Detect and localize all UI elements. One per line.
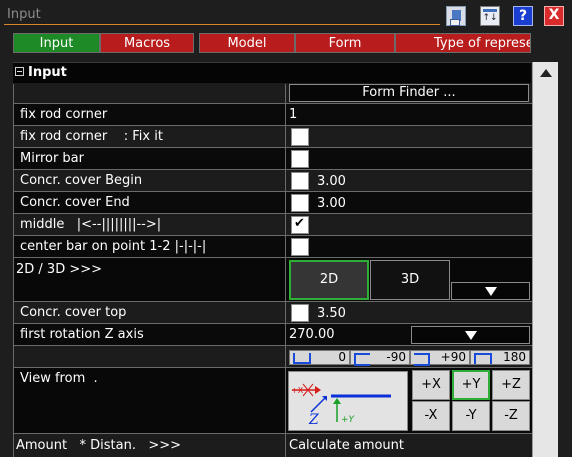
rotation-180-button[interactable]: 180 <box>470 350 530 365</box>
tab-input[interactable]: Input <box>13 33 100 53</box>
fix-rod-corner-value[interactable]: 1 <box>289 104 297 125</box>
tab-form[interactable]: Form <box>295 33 395 53</box>
view-preview-image: +X Z +Y <box>288 371 408 431</box>
collapse-icon[interactable] <box>15 67 24 76</box>
help-icon[interactable]: ? <box>513 6 533 26</box>
window-title-field[interactable]: Input <box>4 4 440 25</box>
section-header-input: Input <box>13 62 531 83</box>
row-middle: middle |<--||||||||-->| <box>13 214 532 236</box>
mirror-bar-label: Mirror bar <box>20 151 84 166</box>
row-fix-rod-corner-fix: fix rod corner : Fix it <box>13 126 532 148</box>
rotation-minus90-button[interactable]: -90 <box>350 350 410 366</box>
dimension-dropdown-arrow-icon[interactable] <box>451 282 530 300</box>
cover-end-label: Concr. cover End <box>20 195 130 210</box>
center-bar-label: center bar on point 1-2 |-|-|-| <box>20 239 207 254</box>
row-cover-top: Concr. cover top 3.50 <box>13 302 532 324</box>
cover-top-checkbox[interactable] <box>291 304 309 322</box>
properties-icon[interactable] <box>446 6 466 26</box>
view-minus-y-button[interactable]: -Y <box>452 401 490 431</box>
view-from-label: View from . <box>20 371 98 386</box>
sort-icon[interactable]: ↑↓ <box>480 6 500 26</box>
row-cover-begin: Concr. cover Begin 3.00 <box>13 170 532 192</box>
scroll-up-arrow-icon[interactable] <box>537 64 555 82</box>
row-fix-rod-corner: fix rod corner 1 <box>13 104 532 126</box>
cover-top-label: Concr. cover top <box>20 305 127 320</box>
close-icon[interactable]: X <box>544 6 564 26</box>
mirror-bar-checkbox[interactable] <box>291 150 309 168</box>
preview-y-axis-label: +Y <box>341 415 356 425</box>
fix-rod-corner-checkbox[interactable] <box>291 128 309 146</box>
cover-top-value[interactable]: 3.50 <box>317 303 346 324</box>
view-plus-y-button[interactable]: +Y <box>452 370 490 400</box>
row-cover-end: Concr. cover End 3.00 <box>13 192 532 214</box>
sort-icon-label: ↑↓ <box>482 13 498 23</box>
row-mirror-bar: Mirror bar <box>13 148 532 170</box>
cover-begin-label: Concr. cover Begin <box>20 173 143 188</box>
view-plus-z-button[interactable]: +Z <box>492 370 530 400</box>
cover-begin-value[interactable]: 3.00 <box>317 171 346 192</box>
view-minus-x-button[interactable]: -X <box>412 401 450 431</box>
tab-macros[interactable]: Macros <box>100 33 194 53</box>
rotation-minus90-icon <box>354 353 370 366</box>
tab-type-of-representation[interactable]: Type of represe <box>395 33 531 53</box>
middle-label: middle |<--||||||||-->| <box>20 217 162 232</box>
row-dimension: 2D / 3D >>> 2D 3D <box>13 258 532 302</box>
rotation-0-button[interactable]: 0 <box>289 350 350 365</box>
cover-end-checkbox[interactable] <box>291 194 309 212</box>
calculate-amount-value[interactable]: Calculate amount <box>289 435 404 456</box>
row-center-bar: center bar on point 1-2 |-|-|-| <box>13 236 532 258</box>
rotation-0-label: 0 <box>338 350 346 364</box>
view-preview-icon: +X Z +Y <box>291 383 391 428</box>
rotation-plus90-button[interactable]: +90 <box>410 350 470 366</box>
view-plus-x-button[interactable]: +X <box>412 370 450 400</box>
middle-checkbox[interactable] <box>291 216 309 234</box>
tab-model[interactable]: Model <box>199 33 295 53</box>
rotation-minus90-label: -90 <box>386 350 406 364</box>
rotation-plus90-icon <box>414 353 430 366</box>
fix-rod-corner-label: fix rod corner <box>20 107 108 122</box>
row-amount: Amount * Distan. >>> Calculate amount <box>13 434 532 457</box>
rotation-0-icon <box>293 353 311 364</box>
mode-3d-button[interactable]: 3D <box>370 260 450 300</box>
cover-begin-checkbox[interactable] <box>291 172 309 190</box>
center-bar-checkbox[interactable] <box>291 238 309 256</box>
section-title: Input <box>28 65 67 80</box>
rotation-180-icon <box>474 353 492 364</box>
rotation-180-label: 180 <box>503 350 526 364</box>
rotation-value[interactable]: 270.00 <box>289 324 335 345</box>
preview-z-axis-label: Z <box>308 412 319 428</box>
rotation-dropdown-arrow-icon[interactable] <box>411 326 530 344</box>
title-bar: Input ↑↓ ? X <box>0 0 572 30</box>
column-divider <box>285 84 286 457</box>
row-form-finder: Form Finder ... <box>13 83 532 104</box>
amount-label: Amount * Distan. >>> <box>16 438 182 453</box>
vertical-scrollbar[interactable] <box>532 62 558 457</box>
rotation-label: first rotation Z axis <box>20 327 144 342</box>
fix-rod-corner-fix-label: fix rod corner : Fix it <box>20 129 163 144</box>
row-rotation: first rotation Z axis 270.00 <box>13 324 532 346</box>
preview-x-axis-label: +X <box>291 386 304 395</box>
form-finder-button[interactable]: Form Finder ... <box>289 84 529 102</box>
rotation-plus90-label: +90 <box>440 350 466 364</box>
left-border <box>13 84 14 457</box>
mode-2d-button[interactable]: 2D <box>289 260 369 300</box>
view-minus-z-button[interactable]: -Z <box>492 401 530 431</box>
dimension-label: 2D / 3D >>> <box>16 262 103 277</box>
cover-end-value[interactable]: 3.00 <box>317 193 346 214</box>
